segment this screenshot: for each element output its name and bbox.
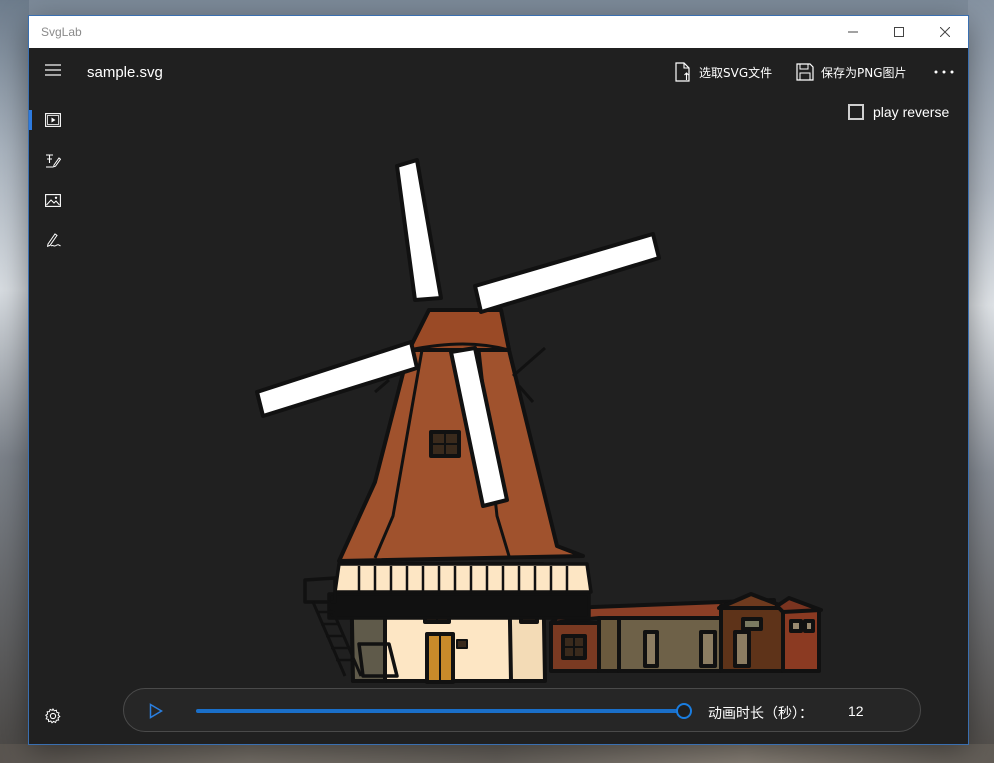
- open-svg-button[interactable]: 选取SVG文件: [674, 60, 772, 84]
- hamburger-icon: [45, 64, 61, 76]
- play-reverse-checkbox[interactable]: play reverse: [848, 102, 949, 122]
- save-png-button[interactable]: 保存为PNG图片: [796, 60, 907, 84]
- more-options-button[interactable]: [929, 60, 959, 84]
- save-floppy-icon: [796, 63, 814, 81]
- navigation-pane: [29, 48, 77, 744]
- app-window: SvgLab sample.svg 选取SVG文件 保存为PNG图片 play …: [29, 16, 968, 744]
- mill-roof: [337, 308, 585, 563]
- svg-preview-canvas: [179, 136, 839, 696]
- open-file-icon: [675, 62, 690, 82]
- title-bar[interactable]: SvgLab: [29, 16, 968, 48]
- open-svg-label: 选取SVG文件: [699, 65, 773, 80]
- more-dots-icon: [934, 70, 954, 74]
- minimize-button[interactable]: [830, 16, 876, 48]
- duration-label: 动画时长（秒）：: [708, 706, 813, 722]
- outbuilding: [549, 592, 823, 673]
- maximize-button[interactable]: [876, 16, 922, 48]
- play-reverse-label: play reverse: [873, 104, 950, 120]
- text-pen-icon: [46, 154, 61, 168]
- maximize-icon: [894, 27, 904, 37]
- nav-item-text[interactable]: [29, 140, 77, 180]
- desktop-background-right: [968, 0, 994, 763]
- play-icon: [149, 703, 163, 719]
- play-button[interactable]: [146, 701, 166, 721]
- document-title: sample.svg: [87, 64, 163, 81]
- window-title: SvgLab: [41, 25, 82, 39]
- nav-item-animation[interactable]: [29, 100, 77, 140]
- settings-button[interactable]: [29, 696, 77, 736]
- progress-slider[interactable]: [196, 703, 692, 719]
- save-png-label: 保存为PNG图片: [821, 65, 907, 80]
- play-reverse-box[interactable]: [848, 104, 864, 120]
- minimize-icon: [848, 31, 858, 33]
- nav-item-signature[interactable]: [29, 220, 77, 260]
- animation-player-icon: [45, 113, 61, 127]
- duration-value[interactable]: 12: [848, 703, 864, 719]
- close-icon: [940, 27, 950, 37]
- close-button[interactable]: [922, 16, 968, 48]
- progress-thumb[interactable]: [676, 703, 692, 719]
- settings-gear-icon: [45, 708, 61, 724]
- desktop-background-left: [0, 0, 29, 763]
- animation-player-bar: 动画时长（秒）： 12: [123, 688, 921, 732]
- progress-fill: [196, 709, 684, 713]
- windmill-illustration: [255, 158, 823, 684]
- hamburger-menu-button[interactable]: [29, 50, 77, 90]
- desktop-background-bottom: [0, 744, 994, 763]
- nav-item-image[interactable]: [29, 180, 77, 220]
- signature-pen-icon: [46, 233, 61, 247]
- image-icon: [45, 193, 61, 207]
